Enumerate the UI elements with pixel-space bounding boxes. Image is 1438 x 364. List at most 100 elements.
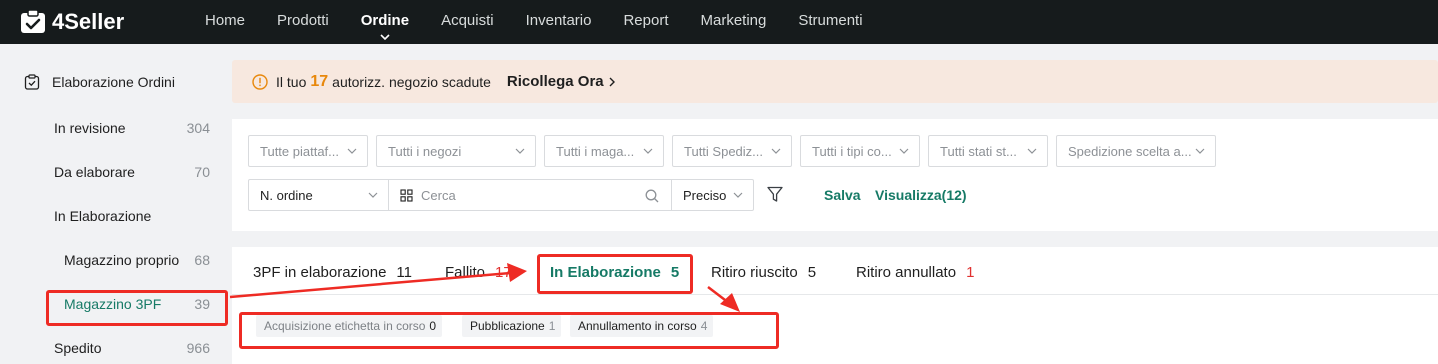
banner-prefix: Il tuo xyxy=(276,73,307,90)
banner-message: autorizz. negozio scadute xyxy=(332,73,491,90)
scan-grid-icon xyxy=(400,188,413,202)
select-value: Tutti i tipi co... xyxy=(812,143,892,159)
filter-funnel-icon[interactable] xyxy=(767,186,783,203)
subtab-annullamento-in-corso[interactable]: Annullamento in corso 4 xyxy=(570,315,714,337)
chevron-down-icon xyxy=(1027,148,1037,154)
select-value: Tutte piattaf... xyxy=(260,143,340,159)
search-input[interactable] xyxy=(421,187,621,203)
save-filter-button[interactable]: Salva xyxy=(824,187,861,203)
sidebar: Elaborazione Ordini In revisione 304 Da … xyxy=(0,44,222,364)
chevron-down-icon xyxy=(1195,148,1205,154)
search-type-select[interactable]: N. ordine xyxy=(248,179,389,211)
sidebar-item-da-elaborare[interactable]: Da elaborare 70 xyxy=(54,164,210,180)
order-clipboard-icon xyxy=(24,74,40,90)
sidebar-item-magazzino-proprio[interactable]: Magazzino proprio 68 xyxy=(64,252,210,268)
tab-divider xyxy=(232,294,1438,295)
search-box xyxy=(389,179,671,211)
app-name: 4Seller xyxy=(52,9,125,34)
search-row: N. ordine Preciso xyxy=(248,179,754,211)
subtab-pubblicazione[interactable]: Pubblicazione 1 xyxy=(462,315,562,337)
tab-label: Fallito xyxy=(445,264,486,281)
warehouse-filter-select[interactable]: Tutti i maga... xyxy=(544,135,664,167)
select-value: Tutti stati st... xyxy=(940,143,1017,159)
sidebar-item-label: Da elaborare xyxy=(54,164,135,180)
nav-item-home[interactable]: Home xyxy=(205,0,245,44)
nav-item-report[interactable]: Report xyxy=(623,0,668,44)
chevron-down-icon xyxy=(347,148,357,154)
select-value: Tutti i negozi xyxy=(388,143,462,159)
chevron-down-icon xyxy=(515,148,525,154)
sidebar-item-count: 966 xyxy=(186,340,210,356)
chevron-down-icon xyxy=(733,192,743,198)
select-value: Tutti i maga... xyxy=(556,143,635,159)
select-value: N. ordine xyxy=(260,187,313,203)
chosen-shipping-filter-select[interactable]: Spedizione scelta a... xyxy=(1056,135,1216,167)
sidebar-item-spedito[interactable]: Spedito 966 xyxy=(54,340,210,356)
warning-circle-icon xyxy=(252,73,268,90)
nav-item-prodotti[interactable]: Prodotti xyxy=(277,0,329,44)
nav-item-label: Ordine xyxy=(360,12,410,29)
subtab-label: Pubblicazione xyxy=(470,319,545,333)
nav-item-acquisti[interactable]: Acquisti xyxy=(441,0,494,44)
tab-3pf-in-elaborazione[interactable]: 3PF in elaborazione 11 xyxy=(253,264,412,281)
tab-count: 11 xyxy=(396,264,412,281)
tab-ritiro-riuscito[interactable]: Ritiro riuscito 5 xyxy=(711,264,816,281)
sidebar-title-label: Elaborazione Ordini xyxy=(52,74,175,90)
select-value: Tutti Spediz... xyxy=(684,143,763,159)
chevron-down-icon xyxy=(643,148,653,154)
sidebar-item-in-elaborazione[interactable]: In Elaborazione xyxy=(54,208,210,224)
sidebar-item-in-revisione[interactable]: In revisione 304 xyxy=(54,120,210,136)
chevron-down-icon xyxy=(380,34,390,40)
match-mode-select[interactable]: Preciso xyxy=(671,179,754,211)
order-status-tabs-panel: 3PF in elaborazione 11 Fallito 17 In Elabo… xyxy=(232,247,1438,364)
tab-count: 17 xyxy=(495,264,512,281)
store-filter-select[interactable]: Tutti i negozi xyxy=(376,135,536,167)
shipping-filter-select[interactable]: Tutti Spediz... xyxy=(672,135,792,167)
select-value: Preciso xyxy=(683,187,727,203)
sidebar-item-count: 304 xyxy=(186,120,210,136)
tab-label: In Elaborazione xyxy=(550,264,661,281)
sidebar-item-label: Spedito xyxy=(54,340,102,356)
tab-label: Ritiro riuscito xyxy=(711,264,798,281)
filter-panel: Tutte piattaf... Tutti i negozi Tutti i … xyxy=(232,119,1438,231)
sidebar-item-count: 70 xyxy=(194,164,210,180)
tab-label: Ritiro annullato xyxy=(856,264,957,281)
sidebar-section-title[interactable]: Elaborazione Ordini xyxy=(24,74,175,90)
app-logo[interactable]: 4Seller xyxy=(20,9,124,35)
chevron-down-icon xyxy=(368,192,378,198)
subtab-count: 4 xyxy=(700,319,708,333)
tab-count: 5 xyxy=(670,264,680,281)
nav-item-inventario[interactable]: Inventario xyxy=(526,0,592,44)
subtab-acquisizione-etichetta[interactable]: Acquisizione etichetta in corso 0 xyxy=(256,315,443,337)
tab-count: 5 xyxy=(807,264,817,281)
chevron-right-icon xyxy=(609,77,615,86)
subtab-count: 0 xyxy=(429,319,437,333)
tab-in-elaborazione[interactable]: In Elaborazione 5 xyxy=(550,264,679,281)
search-icon[interactable] xyxy=(645,189,659,203)
status-filter-select[interactable]: Tutti stati st... xyxy=(928,135,1048,167)
sidebar-item-label: Magazzino proprio xyxy=(64,252,180,268)
banner-expired-count: 17 xyxy=(310,72,329,90)
sidebar-item-count: 68 xyxy=(194,252,210,268)
type-filter-select[interactable]: Tutti i tipi co... xyxy=(800,135,920,167)
select-value: Spedizione scelta a... xyxy=(1068,143,1192,159)
saved-views-button[interactable]: Visualizza(12) xyxy=(875,187,967,203)
relink-now-link[interactable]: Ricollega Ora xyxy=(507,73,616,90)
chevron-down-icon xyxy=(899,148,909,154)
tab-ritiro-annullato[interactable]: Ritiro annullato 1 xyxy=(856,264,974,281)
tab-count: 1 xyxy=(966,264,975,281)
sidebar-item-magazzino-3pf[interactable]: Magazzino 3PF 39 xyxy=(64,296,210,312)
sidebar-item-label: In revisione xyxy=(54,120,126,136)
subtab-label: Acquisizione etichetta in corso xyxy=(264,319,426,333)
subtab-count: 1 xyxy=(548,319,556,333)
nav-item-marketing[interactable]: Marketing xyxy=(701,0,767,44)
nav-item-strumenti[interactable]: Strumenti xyxy=(798,0,862,44)
sidebar-item-count: 39 xyxy=(194,296,210,312)
sidebar-item-label: In Elaborazione xyxy=(54,208,152,224)
platform-filter-select[interactable]: Tutte piattaf... xyxy=(248,135,368,167)
top-navigation-bar: 4Seller Home Prodotti Ordine Acquisti In… xyxy=(0,0,1438,44)
tab-fallito[interactable]: Fallito 17 xyxy=(445,264,512,281)
nav-item-ordine[interactable]: Ordine xyxy=(361,0,409,44)
relink-label: Ricollega Ora xyxy=(506,73,604,90)
active-tab-underline xyxy=(550,291,690,293)
